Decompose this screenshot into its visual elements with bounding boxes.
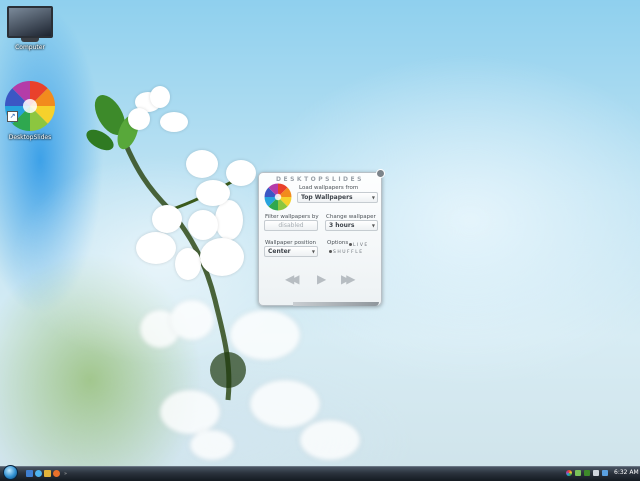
taskbar: » 6:32 AM — [0, 465, 640, 481]
dropdown-arrow-icon: ▼ — [371, 223, 375, 228]
option-live-toggle[interactable]: LIVE — [349, 243, 369, 248]
security-icon[interactable] — [584, 470, 590, 476]
options-label: Options — [327, 240, 349, 246]
filter-wallpapers-select[interactable]: disabled — [264, 220, 318, 231]
gadget-resize-bar — [293, 302, 379, 306]
show-desktop-icon[interactable] — [26, 470, 33, 477]
dropdown-arrow-icon: ▼ — [311, 249, 315, 254]
ie-icon[interactable] — [35, 470, 42, 477]
desktopslides-tray-icon[interactable] — [566, 470, 572, 476]
radio-dot-icon — [329, 250, 332, 253]
dropdown-arrow-icon: ▼ — [371, 195, 375, 200]
previous-button[interactable]: ◀◀ — [285, 273, 300, 285]
explorer-icon[interactable] — [44, 470, 51, 477]
network-icon[interactable] — [575, 470, 581, 476]
gadget-title: DESKTOPSLIDES — [276, 176, 364, 183]
next-button[interactable]: ▶▶ — [341, 273, 356, 285]
taskbar-divider: » — [64, 471, 68, 477]
desktopslides-logo-icon — [264, 183, 292, 211]
power-icon[interactable] — [602, 470, 608, 476]
option-live-label: LIVE — [353, 243, 369, 248]
media-icon[interactable] — [53, 470, 60, 477]
change-wallpaper-select[interactable]: 3 hours ▼ — [325, 220, 378, 231]
start-orb-icon[interactable] — [3, 465, 18, 480]
load-wallpapers-value: Top Wallpapers — [301, 194, 353, 201]
wallpaper-position-value: Center — [268, 248, 291, 255]
desktopslides-gadget: DESKTOPSLIDES Load wallpapers from Top W… — [258, 169, 385, 306]
radio-dot-icon — [349, 243, 352, 246]
change-wallpaper-value: 3 hours — [329, 222, 355, 229]
volume-icon[interactable] — [593, 470, 599, 476]
option-shuffle-label: SHUFFLE — [333, 250, 364, 255]
play-button[interactable]: ▶ — [317, 273, 326, 285]
wallpaper-position-select[interactable]: Center ▼ — [264, 246, 318, 257]
load-wallpapers-label: Load wallpapers from — [299, 185, 359, 191]
load-wallpapers-select[interactable]: Top Wallpapers ▼ — [297, 192, 378, 203]
clock[interactable]: 6:32 AM — [614, 469, 639, 476]
filter-wallpapers-value: disabled — [278, 222, 304, 229]
option-shuffle-toggle[interactable]: SHUFFLE — [329, 250, 364, 255]
